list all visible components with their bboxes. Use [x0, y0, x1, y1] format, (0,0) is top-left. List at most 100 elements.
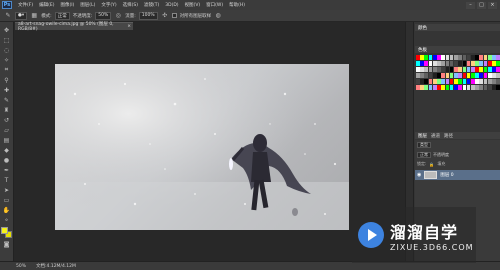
- clone-stamp-tool-icon[interactable]: ♜: [2, 105, 12, 115]
- swatch-cell[interactable]: [462, 78, 467, 85]
- lock-icon[interactable]: 🔒: [429, 162, 434, 167]
- swatch-cell[interactable]: [449, 78, 454, 85]
- swatch-cell[interactable]: [475, 84, 479, 90]
- swatch-cell[interactable]: [428, 66, 433, 73]
- eyedropper-tool-icon[interactable]: ⚲: [2, 75, 12, 85]
- hand-tool-icon[interactable]: ✋: [2, 205, 12, 215]
- swatch-cell[interactable]: [437, 78, 441, 85]
- swatch-cell[interactable]: [441, 84, 445, 90]
- swatch-cell[interactable]: [416, 66, 420, 73]
- color-swatches[interactable]: [0, 227, 13, 239]
- swatch-cell[interactable]: [470, 55, 475, 61]
- visibility-eye-icon[interactable]: ◉: [417, 172, 421, 178]
- swatch-cell[interactable]: [420, 60, 424, 67]
- shape-tool-icon[interactable]: ▭: [2, 195, 12, 205]
- swatch-cell[interactable]: [449, 66, 454, 73]
- swatch-cell[interactable]: [420, 78, 424, 85]
- swatch-cell[interactable]: [441, 78, 445, 85]
- crop-tool-icon[interactable]: ⌗: [2, 65, 12, 75]
- swatch-cell[interactable]: [432, 66, 437, 73]
- swatch-cell[interactable]: [449, 55, 454, 61]
- swatch-cell[interactable]: [492, 60, 496, 67]
- blur-tool-icon[interactable]: ◆: [2, 145, 12, 155]
- tab-layers[interactable]: 图层: [418, 133, 427, 139]
- minimize-button[interactable]: –: [466, 1, 475, 9]
- swatch-cell[interactable]: [462, 60, 467, 67]
- brush-tool-icon[interactable]: ✎: [4, 12, 12, 20]
- swatch-cell[interactable]: [437, 66, 441, 73]
- maximize-button[interactable]: □: [477, 1, 486, 9]
- swatch-cell[interactable]: [462, 55, 467, 61]
- swatch-cell[interactable]: [483, 84, 488, 90]
- swatch-cell[interactable]: [462, 72, 467, 79]
- swatch-cell[interactable]: [445, 84, 450, 90]
- swatch-cell[interactable]: [496, 60, 500, 67]
- swatch-cell[interactable]: [420, 84, 424, 90]
- layer-kind-filter[interactable]: 类型: [417, 141, 431, 148]
- swatch-cell[interactable]: [466, 72, 471, 79]
- foreground-color-swatch[interactable]: [0, 227, 8, 234]
- swatch-cell[interactable]: [416, 55, 420, 61]
- menu-file[interactable]: 文件(F): [15, 2, 36, 8]
- swatch-cell[interactable]: [487, 72, 492, 79]
- tab-paths[interactable]: 路径: [444, 133, 453, 139]
- swatch-cell[interactable]: [479, 55, 484, 61]
- swatch-cell[interactable]: [454, 60, 458, 67]
- layer-row[interactable]: ◉ 图层 0: [415, 170, 500, 180]
- swatch-cell[interactable]: [458, 55, 462, 61]
- menu-window[interactable]: 窗口(W): [203, 2, 226, 8]
- pressure-opacity-icon[interactable]: ◎: [114, 12, 122, 20]
- airbrush-icon[interactable]: ✣: [161, 12, 169, 20]
- swatch-cell[interactable]: [496, 84, 500, 90]
- type-tool-icon[interactable]: T: [2, 175, 12, 185]
- swatch-cell[interactable]: [420, 55, 424, 61]
- swatch-cell[interactable]: [458, 78, 462, 85]
- sample-all-layers-checkbox[interactable]: [171, 13, 177, 18]
- swatch-cell[interactable]: [466, 84, 471, 90]
- marquee-tool-icon[interactable]: ⬚: [2, 35, 12, 45]
- document-tab[interactable]: a8-art-snag-owile-cima.jpg @ 50% (图层 0, …: [15, 22, 133, 32]
- swatch-cell[interactable]: [449, 84, 454, 90]
- healing-brush-tool-icon[interactable]: ✚: [2, 85, 12, 95]
- swatch-cell[interactable]: [492, 66, 496, 73]
- tab-channels[interactable]: 通道: [431, 133, 440, 139]
- move-tool-icon[interactable]: ✥: [2, 25, 12, 35]
- swatch-cell[interactable]: [441, 72, 445, 79]
- swatch-cell[interactable]: [445, 55, 450, 61]
- swatch-cell[interactable]: [458, 72, 462, 79]
- swatch-cell[interactable]: [483, 78, 488, 85]
- swatch-cell[interactable]: [432, 60, 437, 67]
- swatch-cell[interactable]: [479, 66, 484, 73]
- swatch-cell[interactable]: [466, 55, 471, 61]
- swatch-cell[interactable]: [428, 55, 433, 61]
- swatch-cell[interactable]: [449, 72, 454, 79]
- swatch-cell[interactable]: [428, 78, 433, 85]
- tab-color[interactable]: 颜色: [418, 25, 427, 31]
- menu-edit[interactable]: 编辑(E): [36, 2, 57, 8]
- swatch-cell[interactable]: [496, 72, 500, 79]
- swatch-cell[interactable]: [432, 72, 437, 79]
- swatch-cell[interactable]: [462, 84, 467, 90]
- swatch-cell[interactable]: [416, 72, 420, 79]
- swatch-cell[interactable]: [487, 84, 492, 90]
- swatch-cell[interactable]: [424, 60, 429, 67]
- swatch-cell[interactable]: [492, 55, 496, 61]
- swatch-cell[interactable]: [445, 60, 450, 67]
- canvas-image[interactable]: [55, 64, 349, 230]
- swatch-cell[interactable]: [475, 78, 479, 85]
- swatch-cell[interactable]: [428, 84, 433, 90]
- swatch-cell[interactable]: [458, 66, 462, 73]
- swatch-cell[interactable]: [496, 55, 500, 61]
- swatch-cell[interactable]: [445, 66, 450, 73]
- swatch-cell[interactable]: [445, 72, 450, 79]
- swatch-cell[interactable]: [492, 84, 496, 90]
- swatch-cell[interactable]: [462, 66, 467, 73]
- swatch-cell[interactable]: [496, 78, 500, 85]
- mode-select[interactable]: 正常: [54, 11, 70, 20]
- swatch-cell[interactable]: [466, 66, 471, 73]
- layer-blend-select[interactable]: 正常: [417, 151, 431, 158]
- swatch-cell[interactable]: [441, 55, 445, 61]
- opacity-field[interactable]: 50%: [95, 11, 112, 20]
- dodge-tool-icon[interactable]: ●: [2, 155, 12, 165]
- swatch-cell[interactable]: [466, 78, 471, 85]
